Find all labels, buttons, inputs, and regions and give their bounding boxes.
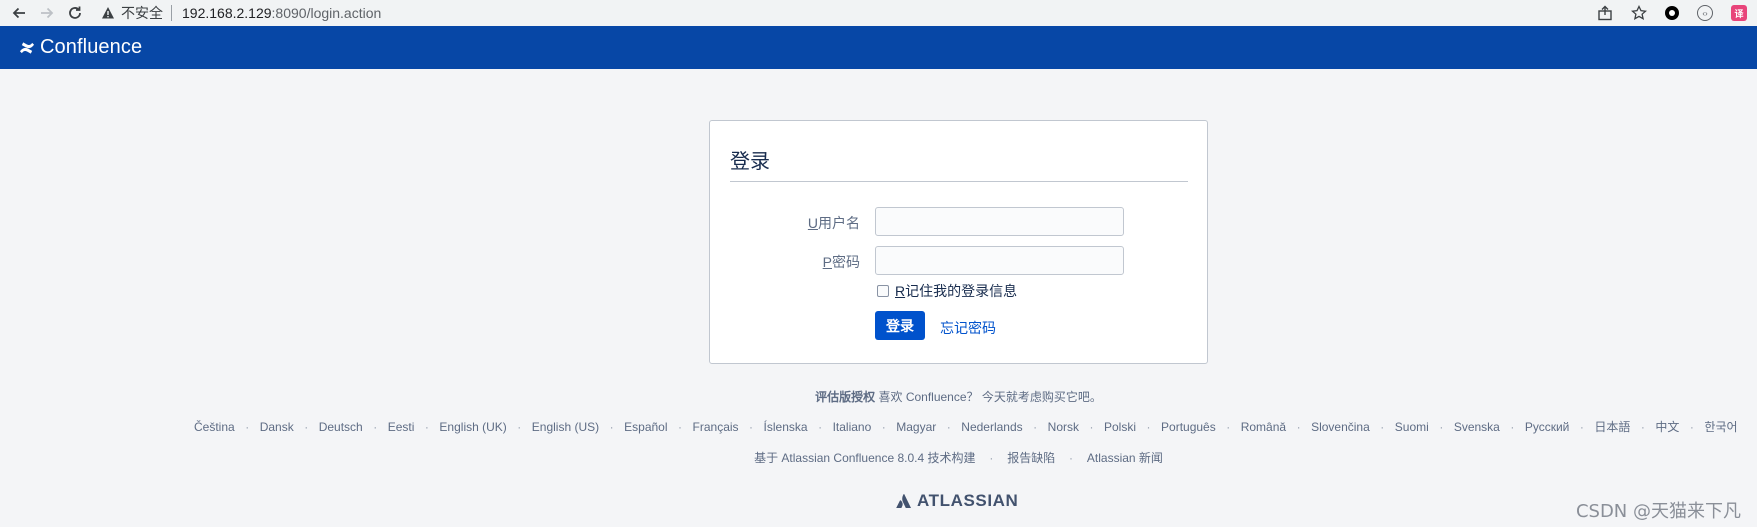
separator-dot: · bbox=[1439, 420, 1444, 434]
language-link[interactable]: Polski bbox=[1104, 420, 1136, 434]
address-bar[interactable]: 不安全 192.168.2.129:8090/login.action bbox=[101, 0, 381, 26]
username-input[interactable] bbox=[875, 207, 1124, 236]
separator-dot: · bbox=[373, 420, 378, 434]
language-link[interactable]: Slovenčina bbox=[1311, 420, 1370, 434]
remember-me-checkbox[interactable] bbox=[877, 285, 889, 297]
username-label-text: 用户名 bbox=[818, 215, 860, 231]
separator-dot: · bbox=[1579, 420, 1584, 434]
language-link[interactable]: English (UK) bbox=[439, 420, 506, 434]
language-link[interactable]: Svenska bbox=[1454, 420, 1500, 434]
language-link[interactable]: Русский bbox=[1525, 420, 1570, 434]
build-info: 基于 Atlassian Confluence 8.0.4 技术构建 · 报告缺… bbox=[0, 449, 1757, 466]
language-link[interactable]: Nederlands bbox=[961, 420, 1022, 434]
atlassian-logo[interactable]: ATLASSIAN bbox=[896, 491, 1018, 511]
language-link[interactable]: Español bbox=[624, 420, 667, 434]
url-path: :8090/login.action bbox=[271, 5, 382, 21]
language-link[interactable]: 日本語 bbox=[1594, 420, 1630, 434]
warning-icon bbox=[101, 6, 115, 20]
atlassian-news-link[interactable]: Atlassian 新闻 bbox=[1087, 451, 1163, 465]
powered-by-link[interactable]: 基于 Atlassian Confluence 8.0.4 技术构建 bbox=[754, 451, 975, 465]
password-accesskey: P bbox=[822, 254, 832, 270]
separator-dot: · bbox=[424, 420, 429, 434]
language-link[interactable]: 中文 bbox=[1655, 420, 1679, 434]
separator-dot: · bbox=[678, 420, 683, 434]
separator-dot: · bbox=[1033, 420, 1038, 434]
separator-dot: · bbox=[1380, 420, 1385, 434]
language-link[interactable]: English (US) bbox=[532, 420, 599, 434]
security-status[interactable]: 不安全 bbox=[121, 3, 163, 23]
language-link[interactable]: Suomi bbox=[1395, 420, 1429, 434]
app-header: Confluence bbox=[0, 26, 1757, 69]
atlassian-icon bbox=[896, 493, 912, 509]
back-icon[interactable] bbox=[11, 5, 27, 21]
language-link[interactable]: Magyar bbox=[896, 420, 936, 434]
separator-dot: · bbox=[517, 420, 522, 434]
username-accesskey: U bbox=[807, 215, 818, 231]
report-bug-link[interactable]: 报告缺陷 bbox=[1007, 451, 1055, 465]
separator-dot: · bbox=[1089, 420, 1094, 434]
separator-dot: · bbox=[245, 420, 250, 434]
login-form: 登录 U用户名 P密码 R 记住我的登录信息 登录 忘记密码 bbox=[709, 120, 1208, 364]
reload-icon[interactable] bbox=[67, 5, 83, 21]
csdn-watermark: CSDN @天猫来下凡 bbox=[1575, 501, 1741, 522]
remember-accesskey: R bbox=[895, 283, 906, 299]
language-selector: Čeština · Dansk · Deutsch · Eesti · English (UK)… bbox=[194, 418, 1738, 435]
language-link[interactable]: Eesti bbox=[388, 420, 415, 434]
separator-dot: · bbox=[304, 420, 309, 434]
username-label: U用户名 bbox=[710, 213, 860, 233]
separator-dot: · bbox=[989, 451, 994, 465]
extension-translate-icon[interactable]: 译 bbox=[1731, 5, 1747, 21]
separator-dot: · bbox=[1689, 420, 1694, 434]
bookmark-star-icon[interactable] bbox=[1631, 5, 1647, 21]
heading-divider bbox=[730, 181, 1188, 182]
password-input[interactable] bbox=[875, 246, 1124, 275]
separator-dot: · bbox=[609, 420, 614, 434]
separator-dot: · bbox=[881, 420, 886, 434]
app-name[interactable]: Confluence bbox=[40, 36, 142, 59]
separator-dot: · bbox=[1226, 420, 1231, 434]
language-link[interactable]: Čeština bbox=[194, 420, 235, 434]
separator-dot: · bbox=[749, 420, 754, 434]
login-button[interactable]: 登录 bbox=[875, 311, 925, 340]
language-link[interactable]: Română bbox=[1241, 420, 1286, 434]
remember-me[interactable]: R 记住我的登录信息 bbox=[877, 281, 1017, 301]
browser-toolbar: 不安全 192.168.2.129:8090/login.action ‹› 译 bbox=[0, 0, 1757, 26]
license-message: 喜欢 Confluence？ 今天就考虑购买它吧。 bbox=[878, 390, 1102, 404]
separator-dot: · bbox=[1146, 420, 1151, 434]
license-notice: 评估版授权 喜欢 Confluence？ 今天就考虑购买它吧。 bbox=[0, 388, 1757, 405]
language-link[interactable]: Português bbox=[1161, 420, 1216, 434]
language-link[interactable]: Italiano bbox=[833, 420, 872, 434]
forward-icon[interactable] bbox=[39, 5, 55, 21]
forgot-password-link[interactable]: 忘记密码 bbox=[940, 318, 996, 338]
password-label-text: 密码 bbox=[832, 254, 860, 270]
separator-dot: · bbox=[818, 420, 823, 434]
extension-circle-icon[interactable] bbox=[1665, 6, 1679, 20]
language-link[interactable]: Íslenska bbox=[764, 420, 808, 434]
password-label: P密码 bbox=[710, 252, 860, 272]
language-link[interactable]: Dansk bbox=[260, 420, 294, 434]
separator-dot: · bbox=[1640, 420, 1645, 434]
language-link[interactable]: Français bbox=[693, 420, 739, 434]
login-heading: 登录 bbox=[730, 151, 770, 173]
browser-actions: ‹› 译 bbox=[1597, 0, 1747, 26]
remember-me-label: 记住我的登录信息 bbox=[905, 283, 1018, 299]
separator-dot: · bbox=[946, 420, 951, 434]
confluence-logo-icon[interactable] bbox=[19, 40, 35, 56]
separator-dot: · bbox=[1510, 420, 1515, 434]
share-icon[interactable] bbox=[1597, 5, 1613, 21]
extension-code-icon[interactable]: ‹› bbox=[1697, 5, 1713, 21]
separator-dot: · bbox=[1296, 420, 1301, 434]
separator-dot: · bbox=[1069, 451, 1074, 465]
language-link[interactable]: Norsk bbox=[1048, 420, 1079, 434]
language-link[interactable]: Deutsch bbox=[319, 420, 363, 434]
license-type: 评估版授权 bbox=[815, 390, 876, 404]
language-link[interactable]: 한국어 bbox=[1704, 420, 1737, 434]
address-separator bbox=[171, 5, 172, 21]
url-host: 192.168.2.129 bbox=[182, 5, 272, 21]
atlassian-wordmark: ATLASSIAN bbox=[917, 491, 1019, 510]
